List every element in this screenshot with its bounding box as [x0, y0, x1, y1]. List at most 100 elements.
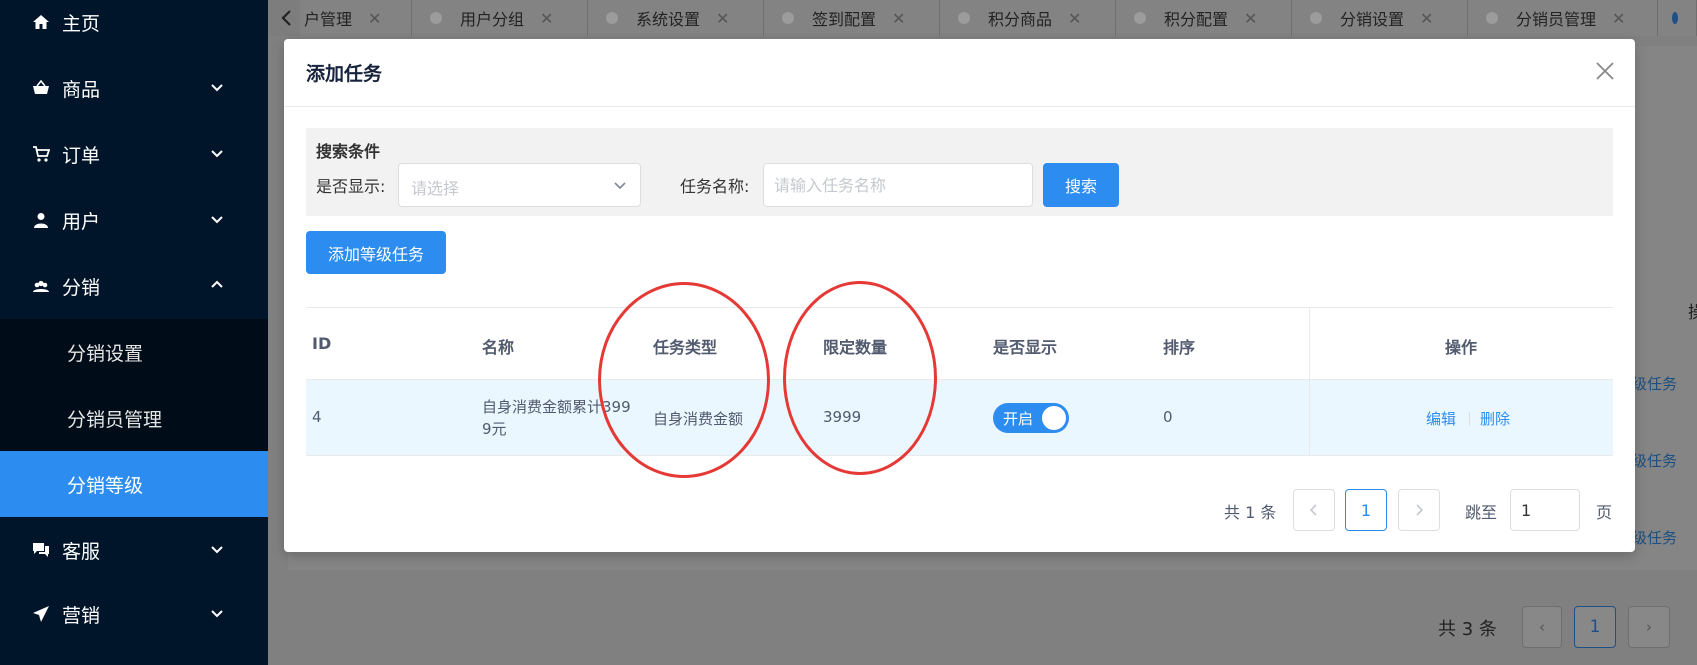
background-row-link[interactable]: 级任务	[1632, 373, 1677, 394]
status-dot	[606, 12, 618, 24]
chevron-left-icon[interactable]	[280, 9, 294, 27]
tab-system-settings[interactable]: 系统设置 ✕	[588, 0, 764, 36]
background-row-link[interactable]: 级任务	[1632, 527, 1677, 548]
background-column-header: 操	[1688, 303, 1697, 323]
chat-icon	[30, 539, 52, 561]
visibility-switch[interactable]: 开启	[993, 403, 1069, 433]
sidebar-item-label: 订单	[62, 144, 101, 167]
chevron-down-icon	[211, 546, 223, 554]
jump-to-label: 跳至	[1465, 503, 1498, 522]
column-header-sort: 排序	[1163, 338, 1196, 357]
search-panel-title: 搜索条件	[316, 142, 381, 161]
delete-link[interactable]: 删除	[1480, 408, 1510, 429]
background-next-page[interactable]: ›	[1628, 606, 1670, 648]
close-icon[interactable]: ✕	[716, 9, 729, 28]
chevron-down-icon	[211, 84, 223, 92]
close-icon[interactable]: ✕	[1612, 9, 1625, 28]
close-icon[interactable]: ✕	[540, 9, 553, 28]
page-button-current[interactable]: 1	[1345, 489, 1387, 531]
cell-sort: 0	[1163, 408, 1173, 426]
cart-icon	[30, 143, 52, 165]
show-filter-select[interactable]: 请选择	[398, 163, 641, 207]
background-pagination-total: 共 3 条	[1438, 619, 1497, 640]
tab-label: 积分商品	[988, 10, 1053, 29]
sidebar-item-distribution[interactable]: 分销	[0, 253, 268, 319]
pagination-total: 共 1 条	[1224, 503, 1277, 522]
task-name-input[interactable]	[763, 163, 1033, 207]
close-icon[interactable]: ✕	[1420, 9, 1433, 28]
next-page-button[interactable]	[1398, 489, 1440, 531]
modal-header: 添加任务	[284, 39, 1635, 107]
tab-label: 签到配置	[812, 10, 877, 29]
chevron-left-icon	[1309, 504, 1317, 516]
submenu-item-label: 分销设置	[67, 342, 144, 365]
background-row-link[interactable]: 级任务	[1632, 450, 1677, 471]
close-icon[interactable]: ✕	[1068, 9, 1081, 28]
sidebar-item-orders[interactable]: 订单	[0, 121, 268, 187]
chevron-down-icon	[211, 610, 223, 618]
tab-points-config[interactable]: 积分配置 ✕	[1116, 0, 1292, 36]
background-prev-page[interactable]: ‹	[1522, 606, 1562, 648]
tab-label: 系统设置	[636, 10, 701, 29]
page-suffix-label: 页	[1596, 503, 1613, 522]
status-dot	[1310, 12, 1322, 24]
sidebar-item-marketing[interactable]: 营销	[0, 581, 268, 647]
jump-to-input[interactable]	[1510, 489, 1580, 531]
status-dot	[1486, 12, 1498, 24]
tab-bar: 户管理 ✕ 用户分组 ✕ 系统设置 ✕ 签到配置 ✕ 积分商品 ✕ 积分配置 ✕ 分销设置 ✕…	[268, 0, 1697, 36]
annotation-circle	[598, 282, 770, 478]
close-icon[interactable]: ✕	[368, 9, 381, 28]
tab-user-management[interactable]: 户管理 ✕	[300, 0, 412, 36]
close-icon[interactable]: ✕	[1244, 9, 1257, 28]
sidebar-item-label: 营销	[62, 604, 101, 627]
chevron-down-icon	[211, 216, 223, 224]
add-level-task-button[interactable]: 添加等级任务	[306, 231, 446, 274]
tab-distribution-settings[interactable]: 分销设置 ✕	[1292, 0, 1468, 36]
submenu-item-distribution-settings[interactable]: 分销设置	[0, 319, 268, 385]
tab-checkin-config[interactable]: 签到配置 ✕	[764, 0, 940, 36]
modal-close-button[interactable]	[1591, 57, 1619, 85]
tab-points-products[interactable]: 积分商品 ✕	[940, 0, 1116, 36]
tab-active-partial[interactable]	[1658, 0, 1697, 36]
modal-title: 添加任务	[306, 63, 383, 85]
search-button[interactable]: 搜索	[1043, 163, 1119, 207]
submenu-item-distributor-management[interactable]: 分销员管理	[0, 385, 268, 451]
show-filter-label: 是否显示:	[316, 177, 386, 196]
background-page-current[interactable]: 1	[1574, 606, 1616, 648]
sidebar-item-customer-service[interactable]: 客服	[0, 517, 268, 583]
prev-page-button[interactable]	[1293, 489, 1335, 531]
status-dot	[782, 12, 794, 24]
sidebar-item-label: 分销	[62, 276, 101, 299]
column-header-visible: 是否显示	[993, 338, 1058, 357]
column-header-name: 名称	[482, 338, 515, 357]
sidebar: 主页 商品 订单 用户 分销 分销设置 分销员管理 分销等级 客服 营销	[0, 0, 268, 665]
chevron-up-icon	[211, 280, 223, 288]
send-icon	[30, 603, 52, 625]
sidebar-item-home[interactable]: 主页	[0, 0, 268, 55]
close-icon	[1596, 62, 1614, 80]
basket-icon	[30, 77, 52, 99]
cell-id: 4	[312, 408, 322, 426]
sidebar-item-label: 主页	[62, 12, 101, 35]
add-task-modal: 添加任务 搜索条件 是否显示: 请选择 任务名称: 搜索 添加等级任务 ID 名…	[284, 39, 1635, 552]
edit-link[interactable]: 编辑	[1426, 408, 1456, 429]
select-placeholder: 请选择	[411, 179, 460, 198]
table-row: 4 自身消费金额累计399 9元 自身消费金额 3999 开启 0 编辑 删除	[306, 380, 1613, 456]
close-icon[interactable]: ✕	[892, 9, 905, 28]
sidebar-item-products[interactable]: 商品	[0, 55, 268, 121]
home-icon	[30, 11, 52, 33]
tab-label: 分销设置	[1340, 10, 1405, 29]
tab-user-groups[interactable]: 用户分组 ✕	[412, 0, 588, 36]
status-dot	[1672, 12, 1678, 24]
task-table: ID 名称 任务类型 限定数量 是否显示 排序 操作 4 自身消费金额累计399…	[306, 307, 1613, 456]
table-header: ID 名称 任务类型 限定数量 是否显示 排序 操作	[306, 307, 1613, 380]
actions-column-divider	[1309, 307, 1310, 456]
sidebar-item-label: 用户	[62, 210, 101, 233]
tab-label: 分销员管理	[1516, 10, 1597, 29]
sidebar-item-users[interactable]: 用户	[0, 187, 268, 253]
chevron-down-icon	[211, 150, 223, 158]
group-icon	[30, 275, 52, 297]
status-dot	[958, 12, 970, 24]
tab-distributor-management[interactable]: 分销员管理 ✕	[1468, 0, 1658, 36]
submenu-item-distribution-levels[interactable]: 分销等级	[0, 451, 268, 517]
